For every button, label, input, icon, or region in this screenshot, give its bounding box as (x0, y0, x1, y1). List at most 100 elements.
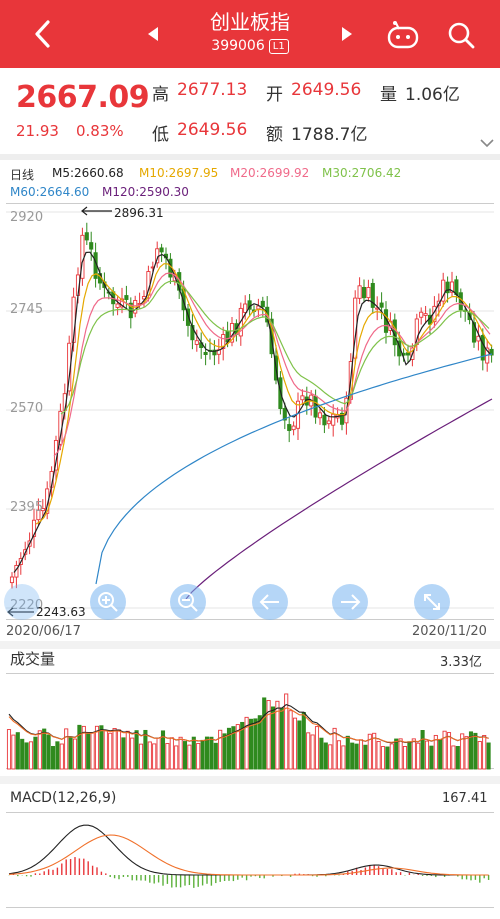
price-change: 21.93 (16, 122, 59, 140)
candle-body (300, 395, 305, 401)
volume-bar (473, 732, 478, 770)
candle-body (322, 414, 327, 426)
previous-stock-icon[interactable] (146, 26, 160, 42)
volume-bar (262, 697, 267, 770)
expand-chevron-icon[interactable] (480, 138, 494, 148)
volume-bar (398, 738, 403, 770)
volume-bar (108, 732, 113, 770)
volume-bar (350, 742, 355, 770)
volume-bar (130, 737, 135, 770)
volume-bar (103, 730, 108, 770)
macd-max: 167.41 (442, 791, 488, 806)
scroll-left-button[interactable] (252, 584, 288, 620)
back-icon[interactable] (28, 18, 60, 50)
volume-bar (464, 736, 469, 770)
section-separator (0, 776, 500, 784)
volume-bar (341, 745, 346, 770)
volume-bar (218, 729, 223, 770)
volume-bar (306, 732, 311, 770)
volume-bar (112, 728, 117, 770)
search-icon[interactable] (446, 20, 476, 50)
volume-bar (182, 741, 188, 770)
volume-bar (279, 707, 284, 770)
volume-chart[interactable] (6, 673, 494, 770)
open-value: 2649.56 (291, 80, 362, 100)
top-bar: 创业板指 399006 L1 (0, 0, 500, 68)
volume-bar (187, 744, 192, 770)
volume-bar (328, 744, 333, 770)
volume-bar (270, 706, 276, 770)
zoom-in-icon (98, 592, 118, 612)
candle-body (419, 311, 424, 318)
stock-title: 创业板指 (210, 10, 290, 34)
volume-bar (15, 732, 20, 770)
next-stock-icon[interactable] (340, 26, 354, 42)
candle-body (423, 313, 428, 316)
volume-title: 成交量 (10, 650, 56, 668)
volume-bar (477, 741, 482, 770)
volume-bar (253, 718, 258, 770)
volume-bar (385, 746, 390, 770)
low-label: 低 (152, 125, 169, 145)
candle-body (357, 285, 362, 299)
volume-bar (416, 742, 421, 770)
robot-assistant-icon[interactable] (386, 20, 420, 50)
start-date: 2020/06/17 (6, 624, 81, 639)
zoom-in-button[interactable] (90, 584, 126, 620)
amount-value: 1788.7亿 (291, 125, 368, 145)
candle-body (317, 412, 323, 419)
volume-bar (411, 738, 416, 770)
ma20-value: M20:2699.92 (230, 166, 310, 180)
candlestick-chart[interactable] (6, 203, 494, 620)
volume-bar (446, 732, 452, 770)
zoom-out-button[interactable] (170, 584, 206, 620)
candle-body (194, 340, 199, 345)
ma30-line (60, 280, 490, 415)
scroll-right-button[interactable] (332, 584, 368, 620)
ma10-value: M10:2697.95 (139, 166, 219, 180)
candle-body (361, 286, 367, 299)
candle-body (9, 576, 15, 584)
open-label: 开 (266, 85, 283, 105)
ma20-line (53, 272, 491, 457)
volume-bar (143, 729, 148, 770)
volume-bar (319, 737, 324, 770)
volume-bar (213, 742, 218, 770)
y-label-4: 2395 (10, 500, 44, 515)
candle-body (89, 242, 94, 250)
volume-bar (165, 743, 170, 770)
volume-bar (46, 734, 51, 770)
candle-body (203, 351, 208, 355)
volume-bar (6, 729, 12, 770)
volume-bar (59, 743, 64, 770)
volume-bar (376, 741, 381, 770)
scroll-handle[interactable] (4, 584, 40, 620)
low-marker: 2243.63 (36, 605, 86, 619)
volume-bar (363, 744, 368, 770)
volume-bar (389, 743, 394, 770)
volume-bar (20, 738, 25, 770)
volume-label: 量 (380, 85, 397, 105)
volume-bar (248, 718, 254, 770)
volume-bar (152, 743, 157, 770)
volume-bar (156, 737, 161, 770)
fullscreen-button[interactable] (414, 584, 450, 620)
macd-dea-line (8, 834, 489, 876)
volume-bar (292, 717, 298, 770)
macd-title: MACD(12,26,9) (10, 790, 117, 806)
volume-max: 3.33亿 (440, 655, 482, 670)
candle-body (115, 303, 120, 308)
ma60-line (95, 353, 493, 585)
volume-bar (222, 733, 227, 770)
volume-bar (407, 741, 412, 770)
amount-label: 额 (266, 125, 283, 145)
ma60-value: M60:2664.60 (10, 185, 90, 199)
volume-bar (178, 736, 183, 770)
volume-bar (174, 745, 179, 770)
volume-bar (28, 741, 34, 770)
volume-bar (438, 738, 443, 770)
macd-chart[interactable] (6, 812, 494, 908)
volume-bar (24, 742, 29, 770)
low-value: 2649.56 (177, 120, 248, 140)
arrow-right-icon (341, 594, 361, 610)
